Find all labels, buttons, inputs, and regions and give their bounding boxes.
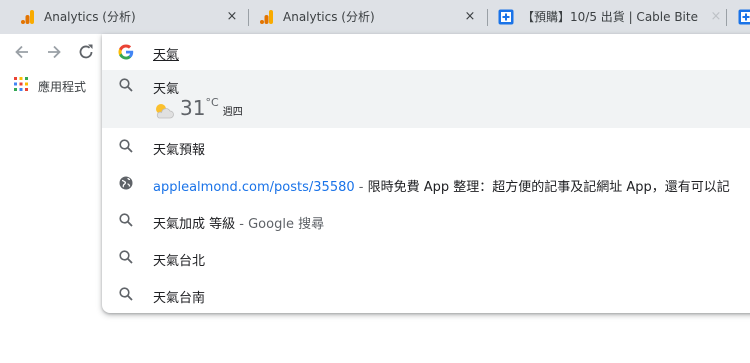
temperature-unit: °C <box>205 96 219 109</box>
suggestion-item[interactable]: 天氣預報 <box>102 128 750 165</box>
tab-title: Analytics (分析) <box>44 10 136 24</box>
search-icon <box>119 287 133 301</box>
google-icon <box>118 44 134 60</box>
search-icon <box>119 213 133 227</box>
suggestion-url-text: applealmond.com/posts/35580 <box>153 180 355 195</box>
tab-cable-bite[interactable]: 【預購】10/5 出貨 | Cable Bite × <box>488 0 724 34</box>
suggestion-item[interactable]: 天氣台北 <box>102 239 750 276</box>
suggestion-text: 天氣台南 <box>153 291 206 306</box>
close-icon[interactable]: × <box>462 9 478 25</box>
omnibox-input[interactable]: 天氣 <box>153 44 179 63</box>
tab-title: Analytics (分析) <box>283 10 375 24</box>
suggestion-weather[interactable]: 天氣 31°C 週四 <box>102 70 750 128</box>
apps-label[interactable]: 應用程式 <box>38 78 86 95</box>
suggestion-description: 限時免費 App 整理：超方便的記事及記網址 App，還有可以記 <box>367 180 730 195</box>
suggestion-text: 天氣台北 <box>153 254 206 269</box>
search-icon <box>119 78 133 92</box>
partly-cloudy-icon <box>156 104 174 119</box>
suggestion-separator: - <box>354 180 368 195</box>
plus-box-icon <box>498 9 514 25</box>
tab-divider <box>726 9 727 26</box>
suggestion-text: 天氣預報 <box>153 143 206 158</box>
close-icon[interactable]: × <box>224 9 240 25</box>
tab-analytics-2[interactable]: Analytics (分析) × <box>249 0 487 34</box>
tab-title: 【預購】10/5 出貨 | Cable Bite <box>522 10 698 24</box>
suggestion-item[interactable]: 天氣加成 等級 - Google 搜尋 <box>102 202 750 239</box>
tab-analytics-1[interactable]: Analytics (分析) × <box>0 0 248 34</box>
close-icon[interactable]: × <box>708 9 724 25</box>
weather-day: 週四 <box>222 107 243 118</box>
suggestion-title: 天氣 <box>153 82 180 97</box>
apps-grid-icon[interactable] <box>14 77 28 91</box>
reload-icon[interactable] <box>76 42 96 62</box>
suggestion-separator: - <box>235 217 249 232</box>
suggestion-item[interactable]: 天氣台南 <box>102 276 750 313</box>
suggestion-url[interactable]: applealmond.com/posts/35580 - 限時免費 App 整… <box>102 165 750 202</box>
suggestion-text: 天氣加成 等級 <box>153 217 236 232</box>
tab-strip: Analytics (分析) × Analytics (分析) × 【預購】10… <box>0 0 750 34</box>
forward-arrow-icon[interactable] <box>44 42 64 62</box>
back-arrow-icon[interactable] <box>12 42 32 62</box>
omnibox-dropdown: 天氣 天氣 31°C 週四 天氣預報 applealmond.com/posts… <box>102 34 750 313</box>
search-icon <box>119 139 133 153</box>
plus-box-icon[interactable] <box>738 9 750 25</box>
suggestion-source: Google 搜尋 <box>248 217 325 232</box>
analytics-icon <box>21 10 34 24</box>
analytics-icon <box>260 10 273 24</box>
temperature-value: 31 <box>180 96 206 120</box>
globe-icon <box>119 176 133 190</box>
omnibox[interactable]: 天氣 <box>102 34 750 70</box>
search-icon <box>119 250 133 264</box>
